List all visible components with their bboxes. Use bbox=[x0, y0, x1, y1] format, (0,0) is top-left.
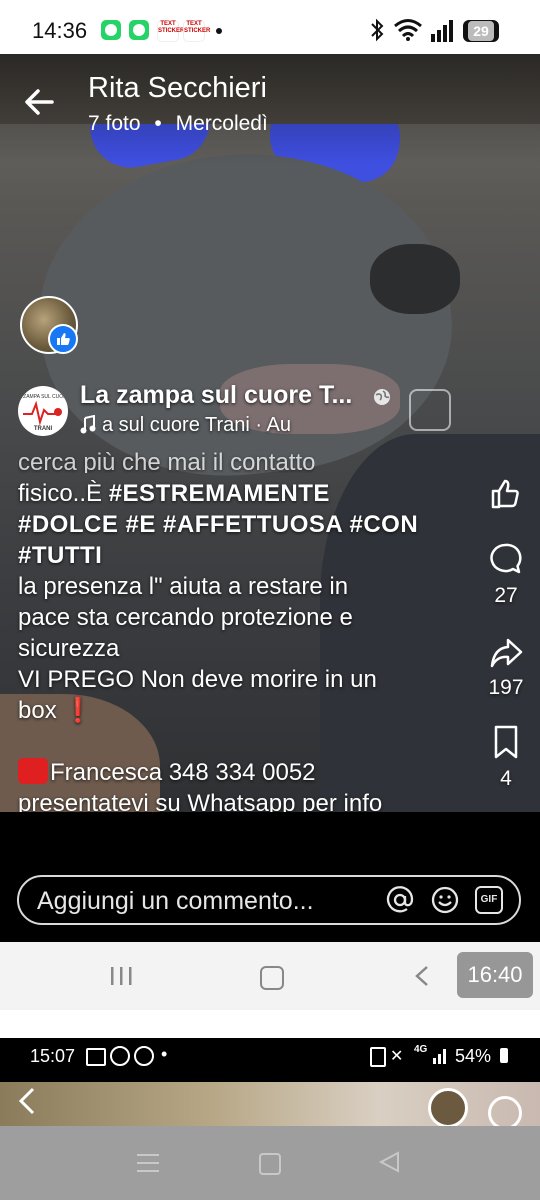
status-bar: 14:36 TEXT STICKER TEXT STICKER 29 bbox=[0, 0, 540, 62]
page-logo[interactable]: LA ZAMPA SUL CUORE TRANI bbox=[18, 386, 68, 436]
threads-notification-icon-2 bbox=[134, 1046, 154, 1066]
screenshot-gap bbox=[0, 1010, 540, 1038]
caption-line-9: Francesca 348 334 0052 bbox=[18, 757, 458, 788]
second-more-icon[interactable] bbox=[488, 1096, 522, 1130]
wifi-icon bbox=[394, 19, 422, 41]
share-count: 197 bbox=[488, 676, 524, 699]
second-back-icon[interactable] bbox=[16, 1086, 38, 1116]
dog-nose bbox=[370, 244, 460, 314]
home-icon[interactable] bbox=[260, 966, 284, 990]
second-battery-icon bbox=[500, 1048, 508, 1063]
second-status-time: 15:07 bbox=[30, 1046, 76, 1066]
caption-line-1: fisico..È #ESTREMAMENTE bbox=[18, 480, 330, 507]
caption-line-6: sicurezza bbox=[18, 635, 120, 662]
photo-count: 7 foto bbox=[88, 112, 141, 135]
whatsapp-notification-icon bbox=[101, 20, 121, 40]
navigation-bar: 16:40 bbox=[0, 942, 540, 1010]
page-name[interactable]: La zampa sul cuore T... bbox=[80, 381, 352, 410]
like-badge-icon bbox=[48, 324, 78, 354]
bluetooth-icon bbox=[371, 18, 384, 42]
second-nav-back-icon[interactable] bbox=[378, 1150, 402, 1174]
comment-placeholder: Aggiungi un commento... bbox=[37, 887, 314, 915]
meta-separator: • bbox=[154, 112, 162, 135]
second-notification-dot: • bbox=[161, 1044, 168, 1064]
caption-line-7: VI PREGO Non deve morire in un bbox=[18, 666, 377, 693]
back-icon[interactable] bbox=[412, 964, 432, 988]
signal-icon bbox=[431, 20, 453, 42]
save-count: 4 bbox=[500, 767, 512, 790]
gif-icon[interactable]: GIF bbox=[475, 886, 503, 914]
overlay-square-button[interactable] bbox=[409, 389, 451, 431]
exclamation-emoji: ❗ bbox=[63, 697, 94, 724]
red-square-emoji bbox=[18, 758, 48, 784]
caption-faded-line: cerca più che mai il contatto bbox=[18, 449, 316, 473]
sticker-app-notification-icon: TEXT STICKER bbox=[157, 20, 184, 42]
second-recents-icon[interactable] bbox=[136, 1152, 160, 1174]
share-icon[interactable] bbox=[488, 635, 524, 671]
music-note-icon bbox=[80, 415, 96, 434]
caption-line-4: la presenza l" aiuta a restare in bbox=[18, 573, 349, 600]
post-caption[interactable]: fisico..È #ESTREMAMENTE #DOLCE #E #AFFET… bbox=[18, 478, 458, 819]
caption-line-2: #DOLCE #E #AFFETTUOSA #CON bbox=[18, 511, 419, 538]
audio-label[interactable]: a sul cuore Trani · Au bbox=[102, 414, 291, 437]
status-time: 14:36 bbox=[32, 18, 88, 43]
alarm-icon bbox=[370, 1047, 386, 1067]
bookmark-icon[interactable] bbox=[492, 724, 520, 760]
recents-icon[interactable] bbox=[108, 964, 134, 988]
network-type: 4G bbox=[414, 1044, 428, 1055]
comment-icon[interactable] bbox=[488, 541, 524, 577]
threads-notification-icon bbox=[110, 1046, 130, 1066]
sticker-app-notification-icon-2: TEXT STICKER bbox=[183, 20, 210, 42]
post-day: Mercoledì bbox=[175, 112, 268, 135]
battery-icon: 29 bbox=[463, 20, 499, 42]
second-search-icon[interactable] bbox=[428, 1088, 468, 1128]
header-shade bbox=[0, 54, 540, 164]
second-home-icon[interactable] bbox=[259, 1153, 281, 1175]
photo-owner-name[interactable]: Rita Secchieri bbox=[88, 72, 267, 105]
second-status-bar: 15:07 • ✕ 4G 54% bbox=[0, 1038, 540, 1082]
like-icon[interactable] bbox=[488, 476, 524, 512]
emoji-icon[interactable] bbox=[431, 886, 459, 914]
logo-text: LA ZAMPA SUL CUORE bbox=[18, 394, 68, 400]
at-icon[interactable] bbox=[386, 886, 414, 914]
back-arrow-icon[interactable] bbox=[22, 84, 58, 120]
caption-line-8: box ❗ bbox=[18, 697, 94, 724]
globe-icon bbox=[374, 389, 390, 405]
second-battery-level: 54% bbox=[455, 1046, 492, 1066]
comment-count: 27 bbox=[494, 584, 518, 607]
battery-level: 29 bbox=[468, 21, 494, 41]
second-photo bbox=[0, 1082, 540, 1130]
photo-album-meta: 7 foto • Mercoledì bbox=[88, 112, 268, 136]
screen-record-time: 16:40 bbox=[457, 952, 533, 998]
second-navigation-bar bbox=[0, 1126, 540, 1200]
second-signal-icon bbox=[433, 1049, 446, 1064]
svg-text:TRANI: TRANI bbox=[34, 426, 53, 432]
whatsapp-business-notification-icon bbox=[129, 20, 149, 40]
gallery-notification-icon bbox=[86, 1048, 106, 1066]
mute-icon: ✕ bbox=[390, 1048, 404, 1065]
caption-line-3: #TUTTI bbox=[18, 542, 103, 569]
notification-dot bbox=[216, 28, 222, 34]
caption-line-5: pace sta cercando protezione e bbox=[18, 604, 353, 631]
